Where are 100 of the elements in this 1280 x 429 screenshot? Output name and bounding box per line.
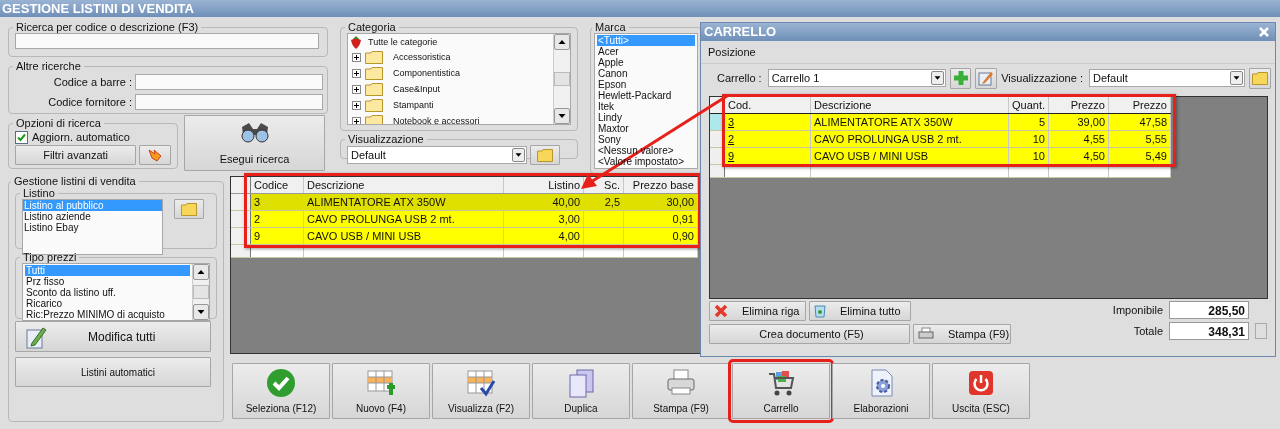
list-item[interactable]: Listino Ebay xyxy=(23,222,162,233)
list-item[interactable]: <Nessun valore> xyxy=(597,145,674,156)
tree-item[interactable]: Accessoristica xyxy=(350,49,551,65)
table-cell: 4,55 xyxy=(1083,133,1105,145)
input-field[interactable] xyxy=(135,94,323,110)
list-item[interactable]: Itek xyxy=(597,101,615,112)
expand-icon[interactable] xyxy=(352,84,361,94)
tree-item[interactable]: Stampanti xyxy=(350,97,551,113)
scroll-up-icon[interactable] xyxy=(554,34,570,50)
flame-button[interactable] xyxy=(139,145,171,165)
column-header[interactable]: Quant. xyxy=(1009,97,1049,113)
column-header[interactable]: Listino xyxy=(548,179,580,191)
toolbar-button[interactable]: Elaborazioni xyxy=(832,363,930,419)
cart-dropdown[interactable]: Carrello 1 xyxy=(767,69,946,87)
table-row[interactable]: 2 CAVO PROLUNGA USB 2 mt. 3,00 0,91 xyxy=(231,211,698,228)
code-link[interactable]: 3 xyxy=(728,116,735,128)
list-item[interactable]: Acer xyxy=(597,46,619,57)
scroll-down-icon[interactable] xyxy=(193,304,209,320)
close-icon[interactable] xyxy=(1259,27,1269,37)
power-icon xyxy=(966,368,996,398)
list-item[interactable]: Canon xyxy=(597,68,628,79)
toolbar-button[interactable]: Visualizza (F2) xyxy=(432,363,530,419)
list-item[interactable]: Listino aziende xyxy=(23,211,162,222)
table-row[interactable]: 3 ALIMENTATORE ATX 350W 40,00 2,5 30,00 xyxy=(231,194,698,211)
search-field[interactable] xyxy=(15,33,319,49)
toolbar-button[interactable]: Uscita (ESC) xyxy=(932,363,1030,419)
scroll-up-icon[interactable] xyxy=(193,264,209,280)
column-header[interactable]: Prezzo xyxy=(1109,97,1171,113)
list-item[interactable]: Maxtor xyxy=(597,123,629,134)
code-link[interactable]: 2 xyxy=(728,133,735,145)
list-item[interactable]: Prz fisso xyxy=(25,276,190,287)
expand-icon[interactable] xyxy=(352,116,361,124)
table-cell: 47,58 xyxy=(1139,116,1167,128)
column-header[interactable]: Cod. xyxy=(725,97,811,113)
toolbar-button[interactable]: Nuovo (F4) xyxy=(332,363,430,419)
table-row[interactable]: 2 CAVO PROLUNGA USB 2 mt. 10 4,55 5,55 xyxy=(710,131,1171,148)
column-header[interactable]: Descrizione xyxy=(307,179,365,191)
delete-row-button[interactable]: Elimina riga xyxy=(709,301,806,321)
column-header[interactable]: Descrizione xyxy=(811,97,1009,113)
table-cell: 5,49 xyxy=(1145,150,1167,162)
expand-icon[interactable] xyxy=(352,100,361,110)
table-row[interactable]: 3 ALIMENTATORE ATX 350W 5 39,00 47,58 xyxy=(710,114,1171,131)
folder-button[interactable] xyxy=(530,145,560,165)
scrollbar[interactable] xyxy=(192,264,209,320)
list-item[interactable]: Apple xyxy=(597,57,624,68)
table-cell: 4,00 xyxy=(558,230,580,242)
scroll-down-icon[interactable] xyxy=(554,108,570,124)
folder-icon xyxy=(181,202,197,216)
column-header[interactable]: Codice xyxy=(254,179,289,191)
input-field[interactable] xyxy=(135,74,323,90)
folder-icon xyxy=(365,50,383,64)
view-dropdown[interactable]: Default xyxy=(347,146,527,164)
list-item[interactable]: Ricarico xyxy=(25,298,190,309)
tree-item[interactable]: Tutte le categorie xyxy=(350,35,551,49)
folder-button[interactable] xyxy=(1249,67,1271,89)
tree-item[interactable]: Componentistica xyxy=(350,65,551,81)
toolbar-button[interactable]: Seleziona (F12) xyxy=(232,363,330,419)
tree-item[interactable]: Case&Input xyxy=(350,81,551,97)
menu-item[interactable]: Posizione xyxy=(708,46,756,58)
grid-plus-icon xyxy=(366,368,396,398)
table-cell: CAVO PROLUNGA USB 2 mt. xyxy=(307,213,455,225)
scroll-thumb[interactable] xyxy=(193,285,209,299)
edit-all-button[interactable]: Modifica tutti xyxy=(15,321,211,352)
table-cell: 4,50 xyxy=(1083,150,1105,162)
column-header[interactable]: Prezzo base xyxy=(632,179,694,191)
list-item[interactable]: Sony xyxy=(597,134,621,145)
table-cell: 5,55 xyxy=(1145,133,1167,145)
toolbar-button[interactable]: Duplica xyxy=(532,363,630,419)
print-button[interactable]: Stampa (F9) xyxy=(913,324,1011,344)
list-item[interactable]: Hewlett-Packard xyxy=(597,90,672,101)
create-document-button[interactable]: Crea documento (F5) xyxy=(709,324,910,344)
list-item[interactable]: Epson xyxy=(597,79,627,90)
code-link[interactable]: 9 xyxy=(728,150,735,162)
scroll-thumb[interactable] xyxy=(554,72,570,86)
list-item[interactable]: Ric:Prezzo MINIMO di acquisto xyxy=(25,309,190,320)
add-button[interactable] xyxy=(949,67,972,89)
group-title: Gestione listini di vendita xyxy=(13,175,137,187)
checkbox[interactable] xyxy=(15,130,28,144)
table-cell: 3,00 xyxy=(558,213,580,225)
expand-icon[interactable] xyxy=(352,68,361,78)
auto-lists-button[interactable]: Listini automatici xyxy=(15,357,211,387)
scrollbar[interactable] xyxy=(553,34,570,124)
folder-icon xyxy=(365,82,383,96)
list-item[interactable]: Lindy xyxy=(597,112,622,123)
toolbar-button[interactable]: Stampa (F9) xyxy=(632,363,730,419)
list-item[interactable]: Sconto da listino uff. xyxy=(25,287,190,298)
edit-button[interactable] xyxy=(975,67,998,89)
filters-button[interactable]: Filtri avanzati xyxy=(15,145,137,165)
delete-all-button[interactable]: Elimina tutto xyxy=(809,301,911,321)
table-cell: 39,00 xyxy=(1077,116,1105,128)
tree-item[interactable]: Notebook e accessori xyxy=(350,113,551,124)
table-cell: 9 xyxy=(254,230,261,242)
column-header[interactable]: Prezzo xyxy=(1049,97,1109,113)
table-cell: 2,5 xyxy=(604,196,620,208)
table-row[interactable]: 9 CAVO USB / MINI USB 4,00 0,90 xyxy=(231,228,698,245)
folder-button[interactable] xyxy=(174,199,204,219)
expand-icon[interactable] xyxy=(352,52,361,62)
column-header[interactable]: Sc. xyxy=(604,179,620,191)
run-search-button[interactable]: Esegui ricerca xyxy=(184,115,325,171)
view-dropdown[interactable]: Default xyxy=(1088,69,1246,87)
